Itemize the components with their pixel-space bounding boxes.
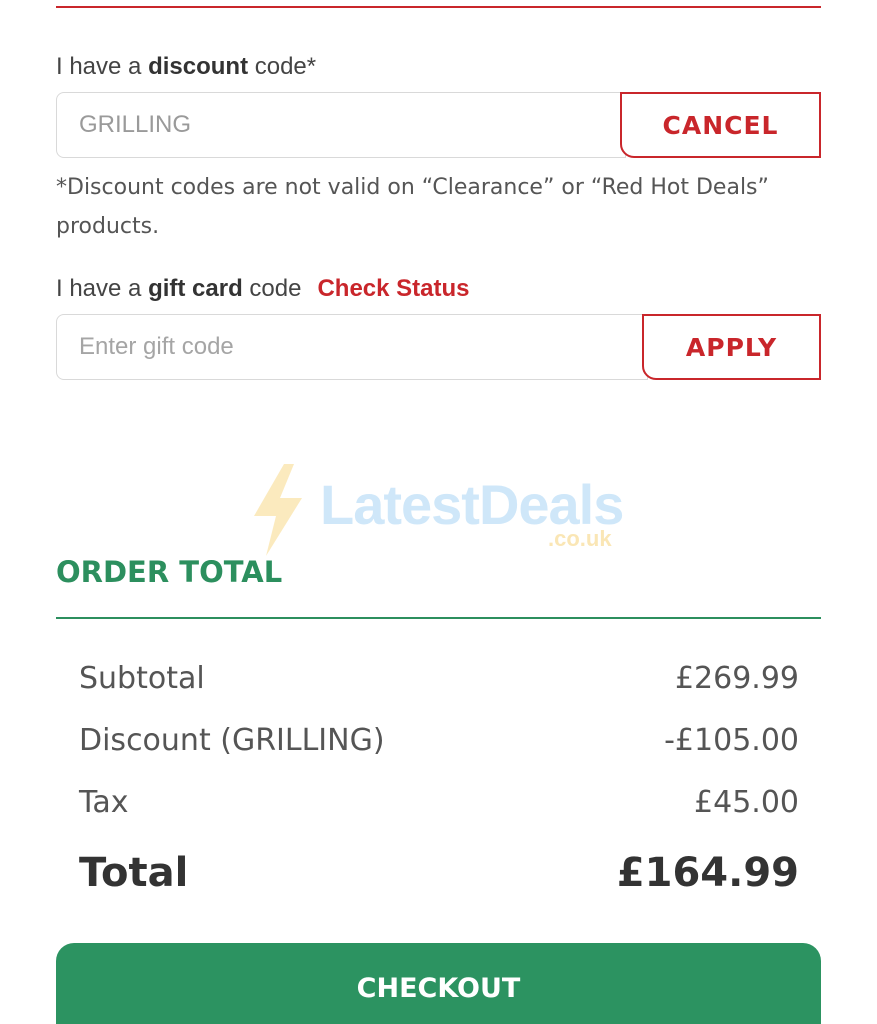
discount-code-form: CANCEL bbox=[56, 92, 821, 158]
watermark-domain: .co.uk bbox=[548, 526, 612, 551]
lightning-bolt-icon bbox=[254, 464, 302, 556]
latestdeals-watermark: LatestDeals .co.uk bbox=[248, 462, 628, 558]
discount-value: -£105.00 bbox=[664, 723, 799, 758]
tax-value: £45.00 bbox=[694, 785, 799, 820]
discount-code-input[interactable] bbox=[56, 92, 626, 158]
order-total-heading: ORDER TOTAL bbox=[56, 555, 283, 589]
discount-row: Discount (GRILLING) -£105.00 bbox=[79, 723, 799, 758]
gift-card-label: I have a gift card code Check Status bbox=[56, 275, 470, 303]
section-divider bbox=[56, 6, 821, 8]
total-label: Total bbox=[79, 850, 189, 896]
tax-label: Tax bbox=[79, 785, 129, 820]
gift-label-suffix: code bbox=[242, 275, 302, 302]
gift-code-input[interactable] bbox=[56, 314, 648, 380]
gift-label-bold: gift card bbox=[148, 275, 243, 302]
discount-label: Discount (GRILLING) bbox=[79, 723, 385, 758]
discount-label-bold: discount bbox=[148, 53, 249, 80]
discount-label-suffix: code* bbox=[248, 53, 317, 80]
order-total-divider bbox=[56, 617, 821, 619]
check-status-link[interactable]: Check Status bbox=[317, 275, 469, 302]
discount-disclaimer: *Discount codes are not valid on “Cleara… bbox=[56, 175, 769, 239]
gift-label-prefix: I have a bbox=[56, 275, 149, 302]
cancel-discount-button[interactable]: CANCEL bbox=[620, 92, 821, 158]
total-row: Total £164.99 bbox=[79, 850, 799, 896]
discount-label-prefix: I have a bbox=[56, 53, 149, 80]
total-value: £164.99 bbox=[616, 850, 799, 896]
checkout-button[interactable]: CHECKOUT bbox=[56, 943, 821, 1024]
subtotal-label: Subtotal bbox=[79, 661, 205, 696]
tax-row: Tax £45.00 bbox=[79, 785, 799, 820]
subtotal-value: £269.99 bbox=[674, 661, 799, 696]
gift-card-form: APPLY bbox=[56, 314, 821, 380]
cart-summary-page: I have a discount code* CANCEL *Discount… bbox=[0, 0, 877, 1024]
subtotal-row: Subtotal £269.99 bbox=[79, 661, 799, 696]
apply-gift-button[interactable]: APPLY bbox=[642, 314, 821, 380]
discount-code-label: I have a discount code* bbox=[56, 53, 316, 81]
